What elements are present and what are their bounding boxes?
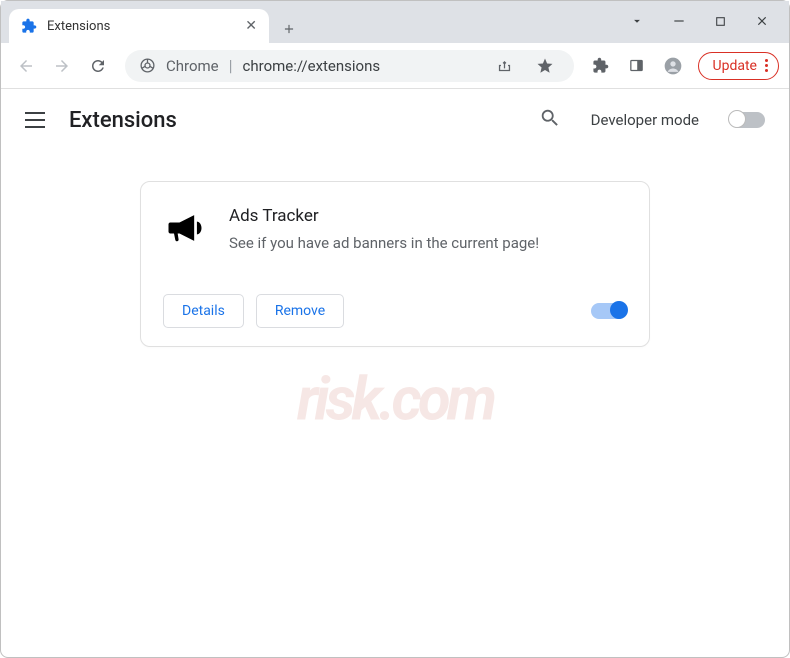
megaphone-icon bbox=[163, 206, 207, 250]
browser-toolbar: Chrome | chrome://extensions Update bbox=[1, 43, 789, 89]
forward-button[interactable] bbox=[47, 51, 77, 81]
extension-description: See if you have ad banners in the curren… bbox=[229, 234, 539, 252]
details-button[interactable]: Details bbox=[163, 294, 244, 328]
minimize-button[interactable] bbox=[672, 13, 686, 32]
close-window-button[interactable] bbox=[755, 13, 769, 32]
back-button[interactable] bbox=[11, 51, 41, 81]
sidepanel-icon[interactable] bbox=[622, 51, 652, 81]
chrome-icon bbox=[139, 57, 156, 74]
address-scheme: Chrome bbox=[166, 57, 219, 75]
page-title: Extensions bbox=[69, 108, 177, 133]
developer-mode-toggle[interactable] bbox=[729, 112, 765, 128]
plus-icon bbox=[282, 22, 296, 36]
bookmark-icon[interactable] bbox=[530, 51, 560, 81]
page-header: Extensions Developer mode bbox=[1, 89, 789, 151]
developer-mode-label: Developer mode bbox=[591, 111, 699, 129]
extensions-content: Ads Tracker See if you have ad banners i… bbox=[1, 151, 789, 377]
update-label: Update bbox=[713, 58, 757, 74]
extensions-icon[interactable] bbox=[586, 51, 616, 81]
new-tab-button[interactable] bbox=[275, 15, 303, 43]
share-icon[interactable] bbox=[490, 51, 520, 81]
window-controls bbox=[630, 1, 781, 43]
tab-strip: Extensions ✕ bbox=[1, 1, 789, 43]
update-button[interactable]: Update bbox=[698, 52, 779, 80]
chevron-down-icon[interactable] bbox=[630, 13, 644, 32]
address-separator: | bbox=[229, 56, 233, 75]
remove-button[interactable]: Remove bbox=[256, 294, 344, 328]
extension-card: Ads Tracker See if you have ad banners i… bbox=[140, 181, 650, 347]
extension-enable-toggle[interactable] bbox=[591, 303, 627, 319]
close-tab-icon[interactable]: ✕ bbox=[245, 18, 257, 34]
browser-tab[interactable]: Extensions ✕ bbox=[9, 9, 269, 43]
address-bar[interactable]: Chrome | chrome://extensions bbox=[125, 50, 574, 82]
reload-button[interactable] bbox=[83, 51, 113, 81]
extension-name: Ads Tracker bbox=[229, 206, 539, 226]
tab-title: Extensions bbox=[47, 19, 235, 34]
puzzle-icon bbox=[21, 18, 37, 34]
address-url: chrome://extensions bbox=[243, 57, 381, 75]
profile-icon[interactable] bbox=[658, 51, 688, 81]
menu-button[interactable] bbox=[25, 108, 49, 132]
menu-dots-icon bbox=[765, 59, 768, 72]
maximize-button[interactable] bbox=[714, 13, 727, 32]
search-button[interactable] bbox=[539, 107, 561, 133]
